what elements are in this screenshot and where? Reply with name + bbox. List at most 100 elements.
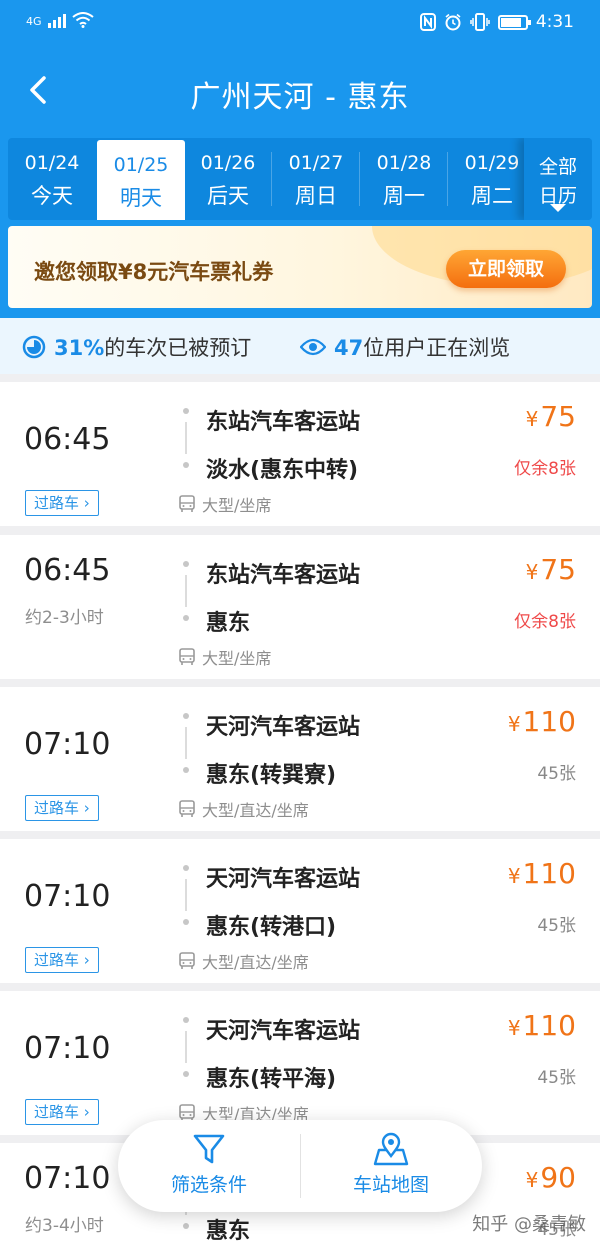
stats-bar: 31%的车次已被预订 47位用户正在浏览 — [0, 318, 600, 374]
alarm-icon — [445, 13, 461, 31]
date-tab-0126[interactable]: 01/26 后天 — [184, 138, 272, 220]
viewers-stat: 47位用户正在浏览 — [300, 332, 510, 362]
bus-type-label: 大型/直达/坐席 — [202, 953, 309, 972]
origin-station: 天河汽车客运站 — [206, 715, 361, 740]
origin-station: 天河汽车客运站 — [206, 1019, 361, 1044]
chevron-right-icon: › — [83, 1103, 90, 1121]
trip-card[interactable]: 06:45 约2-3小时 东站汽车客运站 惠东 大型/坐席 ¥75 仅余8张 — [0, 535, 600, 679]
ticket-price: ¥110 — [508, 705, 576, 738]
header: 4G 4:31 广州天河 - 惠东 01/24 今天 01/25 明天 01/2… — [0, 0, 600, 318]
weekday-label: 明天 — [120, 186, 162, 210]
bus-type: 大型/坐席 — [178, 492, 271, 516]
price-value: 75 — [540, 400, 576, 433]
date-tab-0128[interactable]: 01/28 周一 — [360, 138, 448, 220]
bus-type: 大型/坐席 — [178, 645, 271, 669]
promo-text: 邀您领取¥8元汽车票礼券 — [34, 260, 274, 284]
weekday-label: 今天 — [31, 184, 73, 208]
tag-label: 过路车 — [34, 494, 80, 512]
viewers-text: 位用户正在浏览 — [363, 336, 511, 360]
trip-card[interactable]: 07:10 过路车 › 天河汽车客运站 惠东(转平海) 大型/直达/坐席 ¥110 45… — [0, 991, 600, 1135]
filter-button[interactable]: 筛选条件 — [118, 1120, 300, 1212]
bus-type-label: 大型/坐席 — [202, 496, 272, 515]
trip-duration: 约2-3小时 — [25, 608, 104, 628]
pass-through-tag[interactable]: 过路车 › — [25, 1099, 99, 1125]
bus-type-label: 大型/直达/坐席 — [202, 801, 309, 820]
booked-text: 的车次已被预订 — [104, 336, 252, 360]
trip-duration: 约3-4小时 — [25, 1216, 104, 1236]
route-line — [182, 1017, 190, 1077]
status-bar: 4G 4:31 — [0, 0, 600, 46]
pass-through-tag[interactable]: 过路车 › — [25, 947, 99, 973]
date-label: 01/29 — [464, 152, 520, 174]
destination-station: 惠东 — [206, 611, 251, 636]
price-value: 110 — [522, 1009, 576, 1042]
pass-through-tag[interactable]: 过路车 › — [25, 795, 99, 821]
bus-type: 大型/直达/坐席 — [178, 797, 309, 821]
map-label: 车站地图 — [352, 1174, 429, 1196]
filter-label: 筛选条件 — [170, 1174, 247, 1196]
date-selector: 01/24 今天 01/25 明天 01/26 后天 01/27 周日 01/2… — [8, 138, 592, 220]
departure-time: 07:10 — [24, 1031, 111, 1066]
viewers-count: 47 — [334, 336, 364, 360]
full-calendar-button[interactable]: 全部 日历 — [524, 138, 592, 220]
route-line — [182, 561, 190, 621]
weekday-label: 周日 — [295, 184, 337, 208]
signal-icon — [47, 12, 66, 28]
origin-station: 天河汽车客运站 — [206, 867, 361, 892]
filter-icon — [193, 1134, 225, 1164]
seats-remaining: 45张 — [537, 916, 576, 936]
trip-card[interactable]: 07:10 过路车 › 天河汽车客运站 惠东(转港口) 大型/直达/坐席 ¥110 45… — [0, 839, 600, 983]
station-map-button[interactable]: 车站地图 — [300, 1120, 482, 1212]
date-tab-0124[interactable]: 01/24 今天 — [8, 138, 96, 220]
bus-icon — [179, 495, 195, 512]
eye-icon — [300, 338, 326, 356]
promo-banner[interactable]: 邀您领取¥8元汽车票礼券 立即领取 — [8, 226, 592, 308]
date-tab-0129[interactable]: 01/29 周二 — [448, 138, 536, 220]
claim-coupon-button[interactable]: 立即领取 — [446, 250, 566, 288]
navbar: 广州天河 - 惠东 — [0, 56, 600, 126]
clock: 4:31 — [535, 12, 574, 32]
ticket-price: ¥110 — [508, 1009, 576, 1042]
chevron-down-icon — [550, 204, 566, 212]
tag-label: 过路车 — [34, 799, 80, 817]
date-tab-0125[interactable]: 01/25 明天 — [97, 140, 185, 220]
bus-icon — [179, 952, 195, 969]
pass-through-tag[interactable]: 过路车 › — [25, 490, 99, 516]
price-value: 110 — [522, 857, 576, 890]
tag-label: 过路车 — [34, 1103, 80, 1121]
ticket-price: ¥75 — [526, 553, 576, 586]
vibrate-icon — [470, 13, 490, 31]
currency-symbol: ¥ — [525, 1168, 539, 1192]
currency-symbol: ¥ — [525, 407, 539, 431]
watermark: 知乎 @桑青敏 — [472, 1214, 586, 1235]
route-line — [182, 713, 190, 773]
currency-symbol: ¥ — [507, 864, 521, 888]
departure-time: 06:45 — [24, 553, 111, 588]
destination-station: 惠东(转平海) — [206, 1067, 337, 1092]
trip-card[interactable]: 06:45 过路车 › 东站汽车客运站 淡水(惠东中转) 大型/坐席 ¥75 仅余8张 — [0, 382, 600, 526]
wifi-icon — [71, 12, 94, 28]
seats-remaining: 仅余8张 — [514, 459, 576, 479]
floating-action-bar: 筛选条件 车站地图 — [118, 1120, 482, 1212]
currency-symbol: ¥ — [507, 1016, 521, 1040]
trip-card[interactable]: 07:10 过路车 › 天河汽车客运站 惠东(转巽寮) 大型/直达/坐席 ¥110 45… — [0, 687, 600, 831]
destination-station: 淡水(惠东中转) — [206, 458, 359, 483]
network-label: 4G — [26, 15, 42, 28]
seats-remaining: 仅余8张 — [514, 612, 576, 632]
ticket-price: ¥110 — [508, 857, 576, 890]
date-label: 01/25 — [113, 154, 169, 176]
ticket-price: ¥90 — [526, 1161, 576, 1194]
departure-time: 06:45 — [24, 422, 111, 457]
price-value: 75 — [540, 553, 576, 586]
currency-symbol: ¥ — [507, 712, 521, 736]
booked-percent: 31% — [54, 336, 105, 360]
date-tab-0127[interactable]: 01/27 周日 — [272, 138, 360, 220]
booked-stat: 31%的车次已被预订 — [22, 332, 251, 362]
weekday-label: 后天 — [207, 184, 249, 208]
bus-type-label: 大型/坐席 — [202, 649, 272, 668]
departure-time: 07:10 — [24, 727, 111, 762]
price-value: 110 — [522, 705, 576, 738]
origin-station: 东站汽车客运站 — [206, 563, 361, 588]
seats-remaining: 45张 — [537, 1068, 576, 1088]
page-title: 广州天河 - 惠东 — [190, 80, 410, 115]
